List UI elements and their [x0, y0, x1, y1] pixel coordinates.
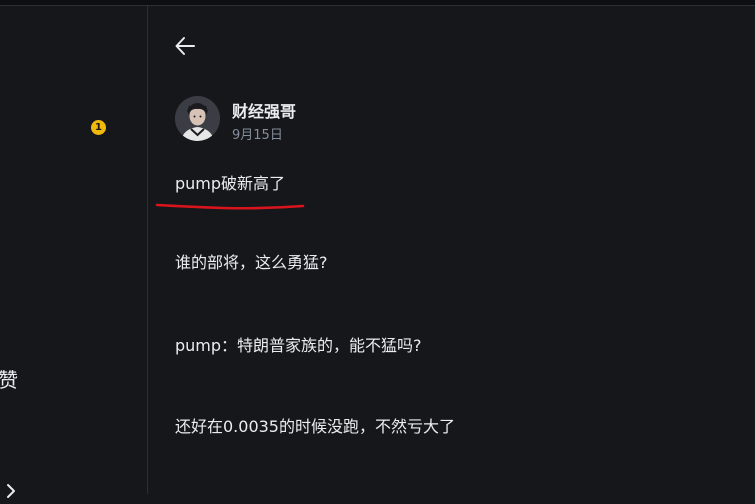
post-paragraph: pump：特朗普家族的，能不猛吗? [175, 336, 422, 355]
back-button[interactable] [172, 32, 200, 60]
author-name[interactable]: 财经强哥 [232, 98, 296, 122]
chevron-right-icon[interactable] [4, 482, 18, 504]
post-paragraph: 还好在0.0035的时候没跑，不然亏大了 [175, 417, 455, 436]
left-panel: 1 赞 [0, 6, 147, 498]
post-paragraph: pump破新高了 [175, 174, 286, 193]
notification-badge[interactable]: 1 [91, 120, 106, 135]
post-detail: 财经强哥 9月15日 pump破新高了 谁的部将，这么勇猛? pump：特朗普家… [148, 6, 755, 494]
like-label[interactable]: 赞 [0, 364, 18, 393]
red-underline-annotation [155, 203, 305, 210]
author-avatar[interactable] [175, 96, 220, 141]
post-date: 9月15日 [232, 128, 283, 143]
arrow-left-icon [175, 37, 195, 55]
post-paragraph: 谁的部将，这么勇猛? [175, 253, 328, 272]
